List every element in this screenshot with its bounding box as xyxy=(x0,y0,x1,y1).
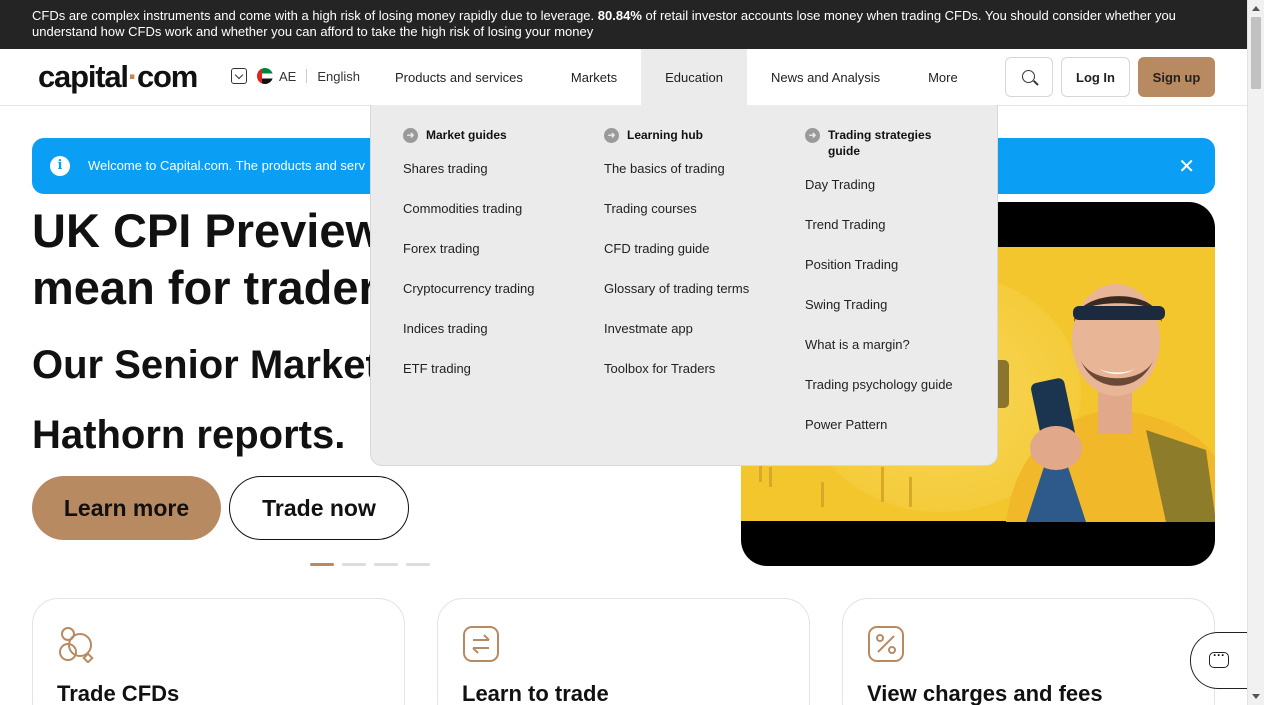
uae-flag-icon xyxy=(257,68,273,84)
scroll-up-arrow-icon[interactable] xyxy=(1252,6,1260,11)
menu-item[interactable]: Toolbox for Traders xyxy=(604,361,749,401)
nav-label: Education xyxy=(665,69,723,85)
close-icon[interactable]: ✕ xyxy=(1178,154,1195,179)
menu-column-learning-hub: ➜ Learning hub The basics of trading Tra… xyxy=(604,127,749,401)
hero-subtitle: Our Senior Market Hathorn reports. xyxy=(32,330,392,470)
nav-more[interactable]: More xyxy=(904,49,982,105)
search-icon xyxy=(1022,70,1035,83)
scroll-down-arrow-icon[interactable] xyxy=(1252,694,1260,699)
menu-heading-label: Market guides xyxy=(426,128,507,142)
nav-markets[interactable]: Markets xyxy=(547,49,641,105)
page: CFDs are complex instruments and come wi… xyxy=(0,0,1264,705)
nav-label: Products and services xyxy=(395,69,523,85)
logo-dot: · xyxy=(127,59,138,94)
menu-item[interactable]: Glossary of trading terms xyxy=(604,281,749,321)
menu-item[interactable]: Swing Trading xyxy=(805,297,955,337)
card-title: Trade CFDs xyxy=(57,681,180,705)
chevron-down-icon xyxy=(231,68,247,84)
risk-percent: 80.84% xyxy=(597,8,642,23)
carousel-pagination xyxy=(310,563,430,566)
menu-heading-label: Trading strategies guide xyxy=(828,128,932,158)
carousel-dot[interactable] xyxy=(310,563,334,566)
signup-button[interactable]: Sign up xyxy=(1138,57,1215,97)
nav-products-and-services[interactable]: Products and services xyxy=(371,49,547,105)
search-button[interactable] xyxy=(1005,57,1053,97)
menu-column-heading[interactable]: ➜ Learning hub xyxy=(604,127,749,143)
nav-label: News and Analysis xyxy=(770,69,881,85)
education-dropdown-menu: ➜ Market guides Shares trading Commoditi… xyxy=(370,105,998,466)
info-icon: i xyxy=(50,156,70,176)
arrow-right-icon: ➜ xyxy=(805,128,820,143)
menu-column-trading-strategies: ➜ Trading strategies guide Day Trading T… xyxy=(805,127,955,457)
menu-item[interactable]: Cryptocurrency trading xyxy=(403,281,535,321)
menu-item[interactable]: Day Trading xyxy=(805,177,955,217)
candlestick-decoration xyxy=(769,467,772,487)
hero-subtitle-line: Hathorn reports. xyxy=(32,413,346,457)
arrow-right-icon: ➜ xyxy=(403,128,418,143)
menu-item[interactable]: Commodities trading xyxy=(403,201,535,241)
hero-title-line: mean for trader xyxy=(32,261,377,314)
login-button[interactable]: Log In xyxy=(1061,57,1130,97)
scrollbar-thumb[interactable] xyxy=(1251,17,1261,89)
menu-item[interactable]: The basics of trading xyxy=(604,161,749,201)
logo-word: capital xyxy=(38,59,129,94)
learn-more-button[interactable]: Learn more xyxy=(32,476,221,540)
menu-item[interactable]: Trading courses xyxy=(604,201,749,241)
menu-item[interactable]: What is a margin? xyxy=(805,337,955,377)
learn-to-trade-card[interactable]: Learn to trade xyxy=(437,598,810,705)
card-title: View charges and fees xyxy=(867,681,1103,705)
menu-column-heading[interactable]: ➜ Market guides xyxy=(403,127,535,143)
trader-person-illustration xyxy=(1006,284,1215,522)
language-label: English xyxy=(317,68,360,84)
menu-item[interactable]: CFD trading guide xyxy=(604,241,749,281)
menu-item[interactable]: Trading psychology guide xyxy=(805,377,955,417)
trade-cfds-card[interactable]: Trade CFDs xyxy=(32,598,405,705)
nav-label: Markets xyxy=(570,69,618,85)
trade-now-button[interactable]: Trade now xyxy=(229,476,409,540)
capital-logo[interactable]: capital·com xyxy=(38,59,198,95)
trade-cfds-icon xyxy=(59,627,94,663)
logo-tld: com xyxy=(136,59,198,94)
page-scrollbar[interactable] xyxy=(1247,0,1264,705)
nav-news-and-analysis[interactable]: News and Analysis xyxy=(747,49,904,105)
risk-warning-banner: CFDs are complex instruments and come wi… xyxy=(0,0,1247,49)
carousel-dot[interactable] xyxy=(406,563,430,566)
charges-and-fees-card[interactable]: View charges and fees xyxy=(842,598,1215,705)
menu-column-heading[interactable]: ➜ Trading strategies guide xyxy=(805,127,955,159)
site-header: capital·com AE English Products and serv… xyxy=(0,49,1247,106)
menu-item[interactable]: Trend Trading xyxy=(805,217,955,257)
region-code: AE xyxy=(279,68,297,84)
candlestick-decoration xyxy=(881,467,884,502)
card-title: Learn to trade xyxy=(462,681,609,705)
hero-title-line: UK CPI Preview: xyxy=(32,204,392,257)
menu-item[interactable]: ETF trading xyxy=(403,361,535,401)
chat-button[interactable] xyxy=(1190,632,1247,689)
nav-label: More xyxy=(928,69,958,85)
nav-education[interactable]: Education xyxy=(641,49,747,105)
menu-item[interactable]: Indices trading xyxy=(403,321,535,361)
candlestick-decoration xyxy=(909,477,912,507)
exchange-arrows-icon xyxy=(463,626,499,662)
menu-heading-label: Learning hub xyxy=(627,128,703,142)
menu-item[interactable]: Position Trading xyxy=(805,257,955,297)
divider xyxy=(306,69,308,83)
main-nav: Products and services Markets Education … xyxy=(371,49,982,105)
candlestick-decoration xyxy=(821,482,824,507)
menu-item[interactable]: Shares trading xyxy=(403,161,535,201)
locale-selector[interactable]: AE English xyxy=(231,68,360,84)
hero-subtitle-line: Our Senior Market xyxy=(32,343,379,387)
hero-title: UK CPI Preview: mean for trader xyxy=(32,202,392,316)
menu-column-market-guides: ➜ Market guides Shares trading Commoditi… xyxy=(403,127,535,401)
menu-item[interactable]: Power Pattern xyxy=(805,417,955,457)
chat-bubble-icon xyxy=(1209,648,1229,668)
percent-icon xyxy=(868,626,904,662)
risk-text-before: CFDs are complex instruments and come wi… xyxy=(32,8,595,23)
menu-item[interactable]: Forex trading xyxy=(403,241,535,281)
carousel-dot[interactable] xyxy=(374,563,398,566)
arrow-right-icon: ➜ xyxy=(604,128,619,143)
menu-item[interactable]: Investmate app xyxy=(604,321,749,361)
carousel-dot[interactable] xyxy=(342,563,366,566)
welcome-message: Welcome to Capital.com. The products and… xyxy=(88,158,365,173)
